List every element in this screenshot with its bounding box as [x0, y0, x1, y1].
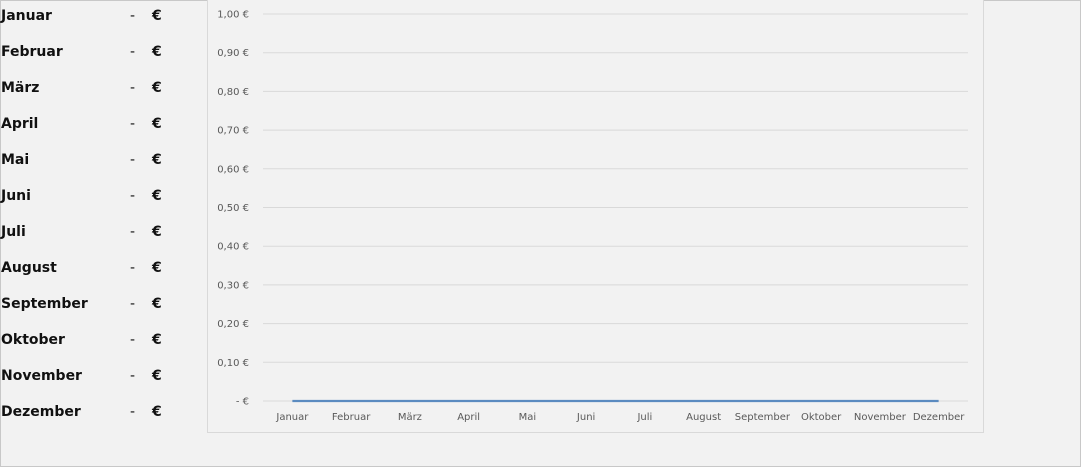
x-tick-label: Juni: [576, 412, 595, 423]
y-tick-label: 1,00 €: [217, 10, 249, 21]
x-tick-label: November: [854, 412, 907, 423]
x-tick-label: Dezember: [913, 412, 965, 423]
month-row: Oktober - €: [0, 332, 200, 356]
currency-symbol: €: [152, 44, 162, 60]
y-tick-label: 0,30 €: [217, 280, 249, 291]
amount-dash: -: [130, 404, 136, 420]
month-name: Juni: [1, 188, 31, 204]
y-tick-label: 0,20 €: [217, 319, 249, 330]
month-row: Juni - €: [0, 188, 200, 212]
month-name: August: [1, 260, 57, 276]
y-tick-label: 0,70 €: [217, 126, 249, 137]
x-tick-label: März: [398, 412, 422, 423]
amount-dash: -: [130, 80, 136, 96]
month-row: September - €: [0, 296, 200, 320]
amount-dash: -: [130, 8, 136, 24]
month-name: Oktober: [1, 332, 65, 348]
month-row: Dezember - €: [0, 404, 200, 428]
amount-dash: -: [130, 152, 136, 168]
amount-dash: -: [130, 116, 136, 132]
y-tick-label: 0,90 €: [217, 48, 249, 59]
amount-dash: -: [130, 296, 136, 312]
month-name: Dezember: [1, 404, 81, 420]
month-name: September: [1, 296, 88, 312]
amount-dash: -: [130, 224, 136, 240]
x-tick-label: Mai: [519, 412, 537, 423]
currency-symbol: €: [152, 332, 162, 348]
y-tick-label: - €: [236, 397, 249, 408]
amount-dash: -: [130, 368, 136, 384]
currency-symbol: €: [152, 116, 162, 132]
amount-dash: -: [130, 260, 136, 276]
currency-symbol: €: [152, 404, 162, 420]
y-tick-label: 0,80 €: [217, 87, 249, 98]
month-row: August - €: [0, 260, 200, 284]
x-tick-label: Oktober: [801, 412, 842, 423]
chart-area: - € 0,10 € 0,20 € 0,30 € 0,40 € 0,50 € 0,60 € 0…: [207, 0, 984, 433]
y-tick-label: 0,40 €: [217, 242, 249, 253]
currency-symbol: €: [152, 152, 162, 168]
currency-symbol: €: [152, 80, 162, 96]
month-row: Mai - €: [0, 152, 200, 176]
month-row: März - €: [0, 80, 200, 104]
x-tick-label: August: [686, 412, 721, 423]
month-name: April: [1, 116, 39, 132]
month-name: November: [1, 368, 82, 384]
line-chart: - € 0,10 € 0,20 € 0,30 € 0,40 € 0,50 € 0,60 € 0…: [217, 10, 968, 423]
currency-symbol: €: [152, 296, 162, 312]
y-tick-label: 0,50 €: [217, 203, 249, 214]
month-name: Mai: [1, 152, 30, 168]
x-tick-label: Februar: [332, 412, 371, 423]
x-tick-label: April: [457, 412, 480, 423]
x-tick-label: September: [735, 412, 791, 423]
y-tick-label: 0,10 €: [217, 358, 249, 369]
month-name: Juli: [1, 224, 26, 240]
month-row: April - €: [0, 116, 200, 140]
currency-symbol: €: [152, 368, 162, 384]
month-name: März: [1, 80, 40, 96]
currency-symbol: €: [152, 188, 162, 204]
month-name: Februar: [1, 44, 63, 60]
currency-symbol: €: [152, 8, 162, 24]
amount-dash: -: [130, 188, 136, 204]
month-row: Januar - €: [0, 8, 200, 32]
x-tick-label: Januar: [275, 412, 309, 423]
month-row: Juli - €: [0, 224, 200, 248]
month-row: November - €: [0, 368, 200, 392]
y-tick-label: 0,60 €: [217, 164, 249, 175]
currency-symbol: €: [152, 260, 162, 276]
currency-symbol: €: [152, 224, 162, 240]
x-tick-label: Juli: [636, 412, 652, 423]
month-row: Februar - €: [0, 44, 200, 68]
month-name: Januar: [1, 8, 52, 24]
amount-dash: -: [130, 44, 136, 60]
amount-dash: -: [130, 332, 136, 348]
